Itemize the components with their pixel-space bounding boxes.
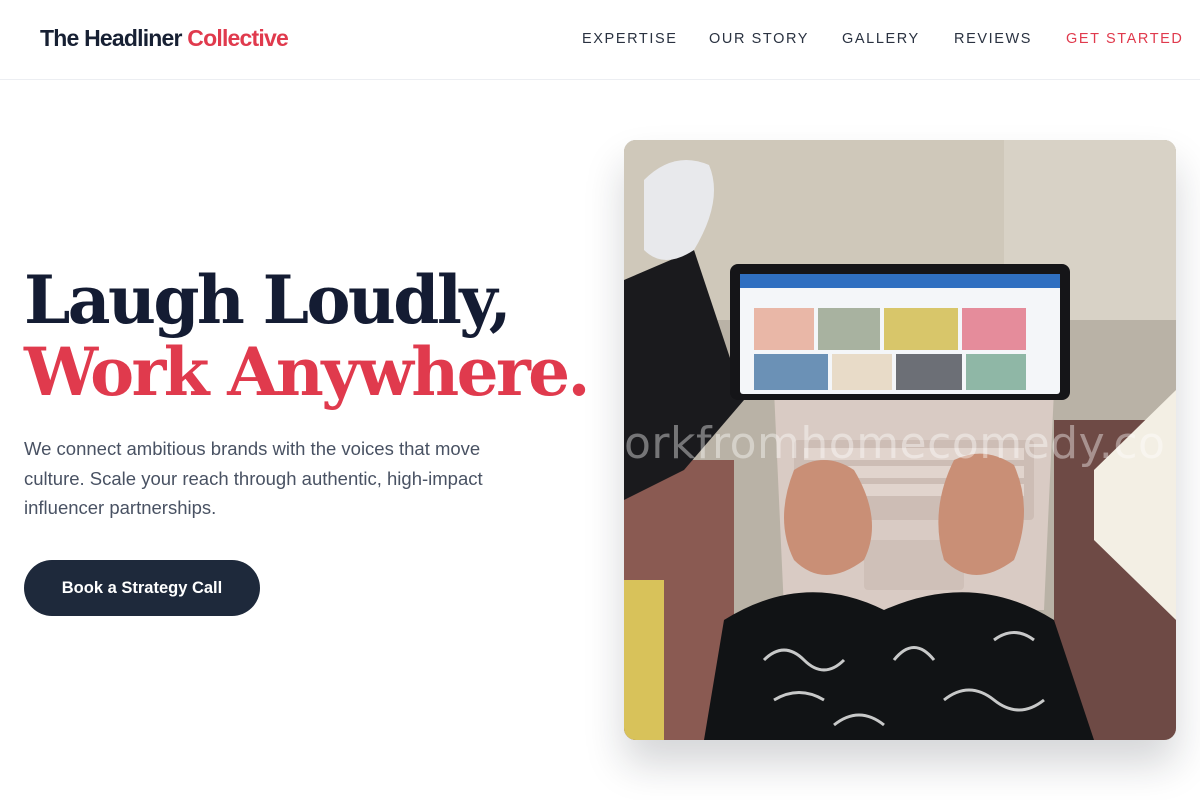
brand-name-accent: Collective xyxy=(187,25,288,51)
book-strategy-call-button[interactable]: Book a Strategy Call xyxy=(24,560,260,616)
hero-description: We connect ambitious brands with the voi… xyxy=(24,438,483,518)
hero-title: Laugh Loudly, Work Anywhere. xyxy=(24,261,591,411)
brand-name-main: The Headliner xyxy=(40,25,183,51)
nav-link-gallery[interactable]: GALLERY xyxy=(842,31,920,47)
nav-link-our-story[interactable]: OUR STORY xyxy=(709,31,809,47)
brand-logo[interactable]: The Headliner Collective xyxy=(40,25,289,52)
hero-image: orkfromhomecomedy.co xyxy=(624,140,1176,740)
nav-link-expertise[interactable]: EXPERTISE xyxy=(582,31,678,47)
nav-link-get-started[interactable]: GET STARTED xyxy=(1066,31,1184,47)
hero-title-line1: Laugh Loudly, xyxy=(24,261,512,339)
site-header: The Headliner Collective EXPERTISE OUR S… xyxy=(0,0,1200,80)
hero-title-line2: Work Anywhere. xyxy=(24,333,591,411)
nav-link-reviews[interactable]: REVIEWS xyxy=(954,31,1032,47)
image-watermark: orkfromhomecomedy.co xyxy=(624,418,1166,469)
